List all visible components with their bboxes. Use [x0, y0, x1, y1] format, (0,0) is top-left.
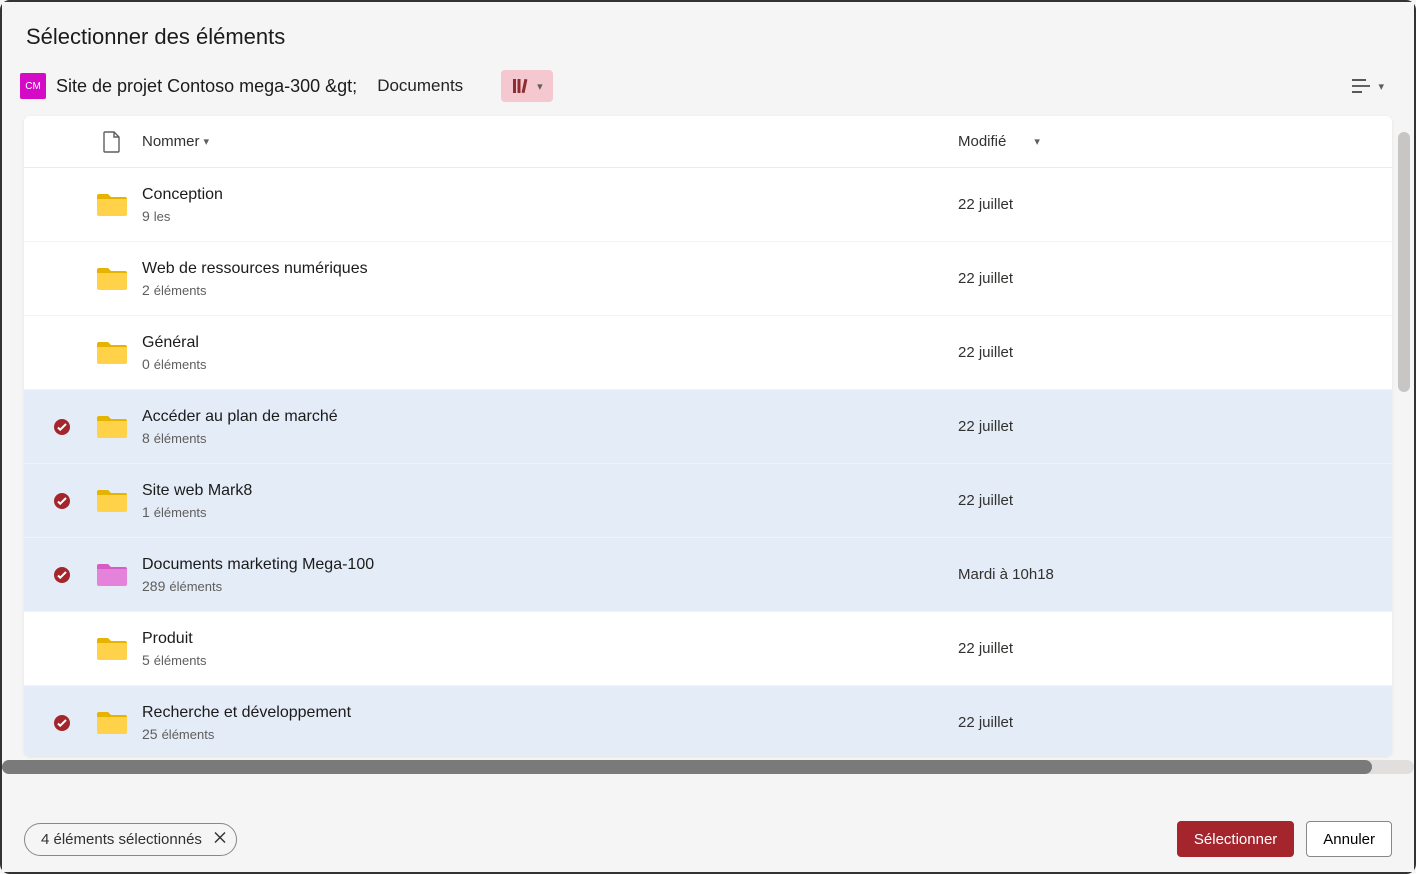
item-name: Produit	[142, 630, 207, 648]
site-icon: CM	[20, 73, 46, 99]
row-checkbox[interactable]	[38, 714, 86, 732]
chevron-down-icon: ▾	[1034, 135, 1040, 148]
table-row[interactable]: Recherche et développement 25éléments 22…	[24, 686, 1392, 756]
table-row[interactable]: Général 0éléments 22 juillet	[24, 316, 1392, 390]
table-row[interactable]: Produit 5éléments 22 juillet	[24, 612, 1392, 686]
item-name: Accéder au plan de marché	[142, 408, 338, 426]
row-checkbox[interactable]	[38, 418, 86, 436]
item-subtitle: 5éléments	[142, 652, 207, 668]
column-header-modified-label: Modifié	[958, 133, 1006, 150]
file-list-scroll[interactable]: Nommer ▾ Modifié ▾ Conception 9les	[24, 116, 1392, 756]
view-options-button[interactable]: ▾	[1340, 71, 1394, 101]
item-subtitle: 1éléments	[142, 504, 252, 520]
item-modified: 22 juillet	[958, 344, 1013, 361]
item-subtitle: 8éléments	[142, 430, 338, 446]
column-header-name-label: Nommer	[142, 133, 200, 150]
item-name: Recherche et développement	[142, 704, 351, 722]
file-picker-dialog: Sélectionner des éléments CM Site de pro…	[2, 2, 1414, 872]
item-modified: 22 juillet	[958, 714, 1013, 731]
item-name: Général	[142, 334, 207, 352]
column-headers: Nommer ▾ Modifié ▾	[24, 116, 1392, 168]
cancel-button[interactable]: Annuler	[1306, 821, 1392, 857]
horizontal-scrollbar[interactable]	[2, 760, 1414, 774]
dialog-footer: 4 éléments sélectionnés Sélectionner Ann…	[2, 806, 1414, 872]
table-row[interactable]: Accéder au plan de marché 8éléments 22 j…	[24, 390, 1392, 464]
item-name: Documents marketing Mega-100	[142, 556, 374, 574]
item-subtitle: 289éléments	[142, 578, 374, 594]
table-row[interactable]: Site web Mark8 1éléments 22 juillet	[24, 464, 1392, 538]
library-picker-button[interactable]: ▾	[501, 70, 553, 102]
item-modified: 22 juillet	[958, 640, 1013, 657]
chevron-down-icon: ▾	[1378, 80, 1384, 93]
library-icon	[511, 76, 531, 96]
row-checkbox[interactable]	[38, 492, 86, 510]
vertical-scrollbar[interactable]	[1398, 132, 1410, 772]
selection-summary-pill: 4 éléments sélectionnés	[24, 823, 237, 856]
table-row[interactable]: Web de ressources numériques 2éléments 2…	[24, 242, 1392, 316]
vertical-scrollbar-thumb[interactable]	[1398, 132, 1410, 392]
folder-icon	[86, 487, 138, 515]
item-name: Conception	[142, 186, 223, 204]
breadcrumb-location[interactable]: Documents	[377, 76, 463, 96]
select-button[interactable]: Sélectionner	[1177, 821, 1294, 857]
selection-summary-text: 4 éléments sélectionnés	[41, 831, 202, 848]
chevron-down-icon: ▾	[204, 135, 210, 148]
folder-icon	[86, 635, 138, 663]
item-name: Web de ressources numériques	[142, 260, 368, 278]
column-header-modified[interactable]: Modifié ▾	[958, 133, 1378, 150]
item-subtitle: 2éléments	[142, 282, 368, 298]
item-modified: 22 juillet	[958, 418, 1013, 435]
item-name: Site web Mark8	[142, 482, 252, 500]
list-view-icon	[1350, 77, 1372, 95]
file-list-panel: Nommer ▾ Modifié ▾ Conception 9les	[24, 116, 1392, 756]
item-subtitle: 9les	[142, 208, 223, 224]
folder-icon	[86, 561, 138, 589]
clear-selection-button[interactable]	[214, 831, 226, 848]
chevron-down-icon: ▾	[537, 80, 543, 93]
item-modified: 22 juillet	[958, 270, 1013, 287]
horizontal-scrollbar-thumb[interactable]	[2, 760, 1372, 774]
item-modified: 22 juillet	[958, 196, 1013, 213]
file-type-icon	[103, 131, 121, 153]
item-modified: 22 juillet	[958, 492, 1013, 509]
item-modified: Mardi à 10h18	[958, 566, 1054, 583]
dialog-title: Sélectionner des éléments	[2, 2, 1414, 62]
folder-icon	[86, 265, 138, 293]
folder-icon	[86, 339, 138, 367]
table-row[interactable]: Conception 9les 22 juillet	[24, 168, 1392, 242]
row-checkbox[interactable]	[38, 566, 86, 584]
item-subtitle: 0éléments	[142, 356, 207, 372]
breadcrumb-bar: CM Site de projet Contoso mega-300 &gt; …	[2, 62, 1414, 116]
table-row[interactable]: Documents marketing Mega-100 289éléments…	[24, 538, 1392, 612]
folder-icon	[86, 709, 138, 737]
item-subtitle: 25éléments	[142, 726, 351, 742]
folder-icon	[86, 191, 138, 219]
breadcrumb-site[interactable]: Site de projet Contoso mega-300 &gt;	[56, 76, 357, 97]
column-header-name[interactable]: Nommer ▾	[138, 133, 958, 150]
folder-icon	[86, 413, 138, 441]
close-icon	[214, 832, 226, 844]
